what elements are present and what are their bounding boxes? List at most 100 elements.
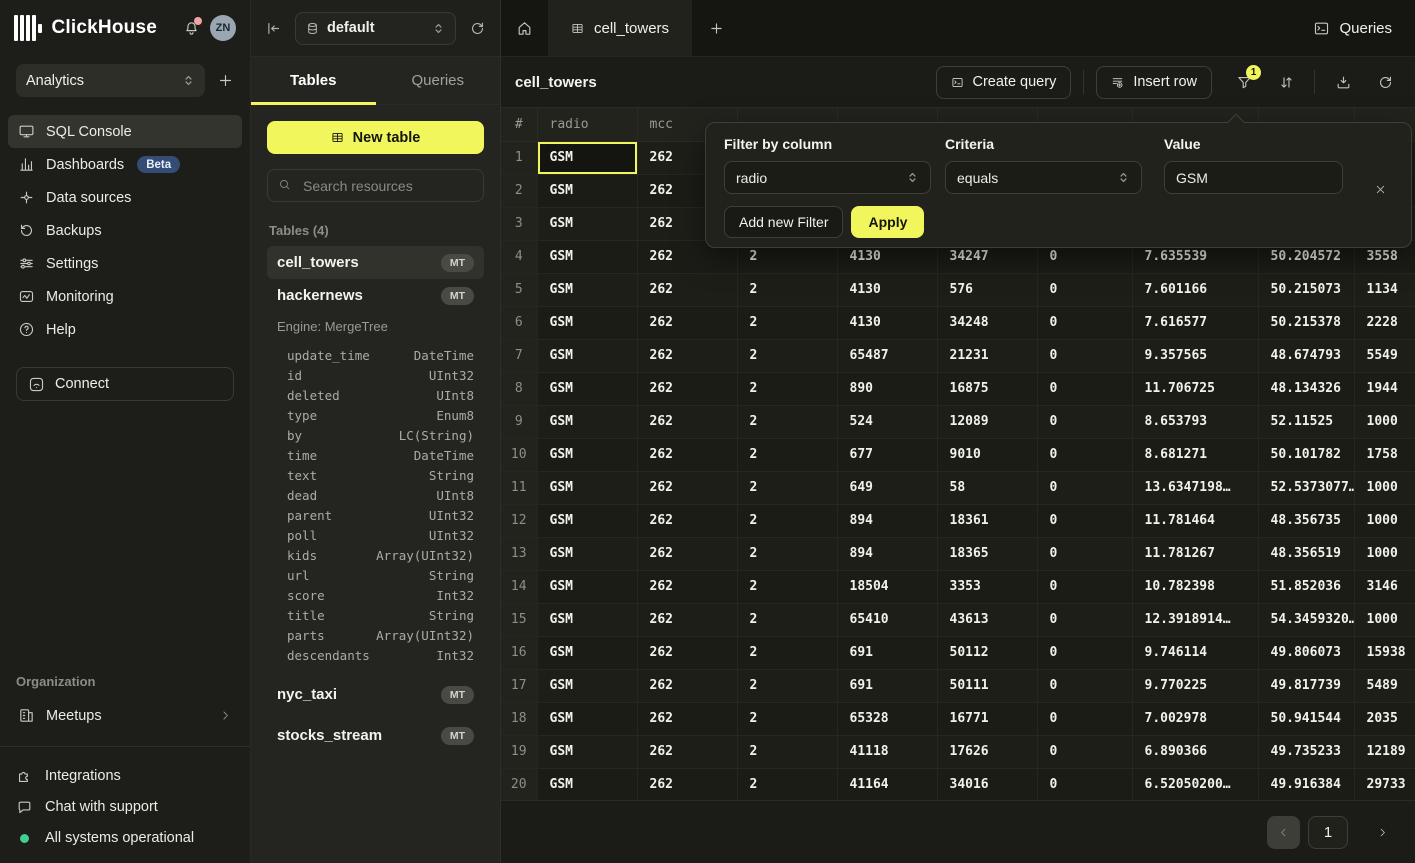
grid-cell[interactable]: 2228 [1354, 306, 1415, 339]
grid-cell[interactable]: 262 [637, 735, 737, 768]
grid-cell[interactable]: 2 [737, 768, 837, 800]
grid-cell[interactable]: 13.6347198… [1132, 471, 1258, 504]
grid-cell[interactable]: 649 [837, 471, 937, 504]
grid-cell[interactable]: 34248 [937, 306, 1037, 339]
grid-cell[interactable]: GSM [537, 438, 637, 471]
add-service-button[interactable] [217, 72, 234, 89]
create-query-button[interactable]: Create query [936, 66, 1072, 99]
grid-cell[interactable]: 262 [637, 438, 737, 471]
grid-cell[interactable]: 2 [737, 735, 837, 768]
new-table-button[interactable]: New table [267, 121, 484, 154]
grid-cell[interactable]: GSM [537, 273, 637, 306]
home-icon[interactable] [501, 0, 548, 56]
grid-cell[interactable]: 691 [837, 669, 937, 702]
grid-cell[interactable]: 0 [1037, 603, 1132, 636]
grid-cell[interactable]: 29733 [1354, 768, 1415, 800]
grid-cell[interactable]: 2 [737, 306, 837, 339]
row-number[interactable]: 2 [501, 174, 537, 207]
grid-cell[interactable]: 1000 [1354, 504, 1415, 537]
grid-cell[interactable]: GSM [537, 174, 637, 207]
table-item-cell-towers[interactable]: cell_towers MT [267, 246, 484, 279]
sidebar-item-backups[interactable]: Backups [8, 214, 242, 247]
grid-cell[interactable]: 894 [837, 537, 937, 570]
refresh-icon[interactable] [469, 20, 486, 37]
grid-cell[interactable]: 0 [1037, 273, 1132, 306]
grid-cell[interactable]: 262 [637, 405, 737, 438]
grid-cell[interactable]: 2 [737, 273, 837, 306]
tab-queries[interactable]: Queries [376, 57, 501, 104]
grid-cell[interactable]: 0 [1037, 438, 1132, 471]
grid-cell[interactable]: 0 [1037, 669, 1132, 702]
grid-cell[interactable]: 50112 [937, 636, 1037, 669]
grid-cell[interactable]: 262 [637, 273, 737, 306]
grid-cell[interactable]: 0 [1037, 471, 1132, 504]
row-number[interactable]: 14 [501, 570, 537, 603]
sidebar-item-data-sources[interactable]: Data sources [8, 181, 242, 214]
grid-cell[interactable]: 48.356735 [1258, 504, 1354, 537]
grid-cell[interactable]: 16771 [937, 702, 1037, 735]
row-number[interactable]: 9 [501, 405, 537, 438]
grid-cell[interactable]: GSM [537, 306, 637, 339]
grid-cell[interactable]: 9.746114 [1132, 636, 1258, 669]
grid-cell[interactable]: 1000 [1354, 405, 1415, 438]
integrations-link[interactable]: Integrations [16, 765, 234, 787]
download-button[interactable] [1327, 66, 1359, 98]
grid-cell[interactable]: 262 [637, 603, 737, 636]
table-item-stocks-stream[interactable]: stocks_stream MT [267, 719, 484, 752]
grid-cell[interactable]: 0 [1037, 405, 1132, 438]
grid-cell[interactable]: 576 [937, 273, 1037, 306]
grid-cell[interactable]: 48.356519 [1258, 537, 1354, 570]
grid-cell[interactable]: 0 [1037, 636, 1132, 669]
grid-cell[interactable]: 50.101782 [1258, 438, 1354, 471]
grid-cell[interactable]: 262 [637, 504, 737, 537]
grid-cell[interactable]: 2 [737, 471, 837, 504]
grid-cell[interactable]: 41118 [837, 735, 937, 768]
grid-cell[interactable]: 262 [637, 570, 737, 603]
grid-cell[interactable]: 49.916384 [1258, 768, 1354, 800]
grid-cell[interactable]: GSM [537, 339, 637, 372]
grid-cell[interactable]: 2 [737, 537, 837, 570]
grid-cell[interactable]: 1000 [1354, 603, 1415, 636]
grid-cell[interactable]: 0 [1037, 339, 1132, 372]
grid-cell[interactable]: GSM [537, 207, 637, 240]
grid-cell[interactable]: 21231 [937, 339, 1037, 372]
grid-cell[interactable]: GSM [537, 141, 637, 174]
grid-cell[interactable]: 2 [737, 339, 837, 372]
grid-cell[interactable]: 7.616577 [1132, 306, 1258, 339]
grid-cell[interactable]: 0 [1037, 702, 1132, 735]
row-number[interactable]: 15 [501, 603, 537, 636]
grid-cell[interactable]: 34016 [937, 768, 1037, 800]
grid-cell[interactable]: 0 [1037, 372, 1132, 405]
grid-cell[interactable]: 6.52050200… [1132, 768, 1258, 800]
row-number[interactable]: 17 [501, 669, 537, 702]
grid-cell[interactable]: 7.002978 [1132, 702, 1258, 735]
queries-button[interactable]: Queries [1313, 20, 1392, 37]
system-status[interactable]: All systems operational [16, 827, 234, 849]
grid-cell[interactable]: 0 [1037, 570, 1132, 603]
add-filter-button[interactable]: Add new Filter [724, 206, 843, 238]
grid-cell[interactable]: 18361 [937, 504, 1037, 537]
grid-cell[interactable]: 12.3918914… [1132, 603, 1258, 636]
grid-cell[interactable]: 7.601166 [1132, 273, 1258, 306]
grid-cell[interactable]: 48.134326 [1258, 372, 1354, 405]
grid-cell[interactable]: 890 [837, 372, 937, 405]
tab-cell-towers[interactable]: cell_towers [548, 0, 692, 56]
search-input[interactable] [267, 169, 484, 202]
grid-cell[interactable]: 2 [737, 504, 837, 537]
table-item-hackernews[interactable]: hackernews MT [267, 279, 484, 312]
sidebar-item-dashboards[interactable]: Dashboards Beta [8, 148, 242, 181]
grid-cell[interactable]: GSM [537, 471, 637, 504]
grid-cell[interactable]: 52.11525 [1258, 405, 1354, 438]
grid-cell[interactable]: 2 [737, 372, 837, 405]
grid-cell[interactable]: 65328 [837, 702, 937, 735]
row-number[interactable]: 3 [501, 207, 537, 240]
grid-cell[interactable]: 262 [637, 537, 737, 570]
row-number[interactable]: 20 [501, 768, 537, 800]
grid-cell[interactable]: 9.770225 [1132, 669, 1258, 702]
grid-cell[interactable]: 11.781464 [1132, 504, 1258, 537]
grid-cell[interactable]: 2 [737, 702, 837, 735]
grid-cell[interactable]: GSM [537, 240, 637, 273]
grid-cell[interactable]: 18504 [837, 570, 937, 603]
grid-cell[interactable]: 2035 [1354, 702, 1415, 735]
grid-cell[interactable]: 51.852036 [1258, 570, 1354, 603]
